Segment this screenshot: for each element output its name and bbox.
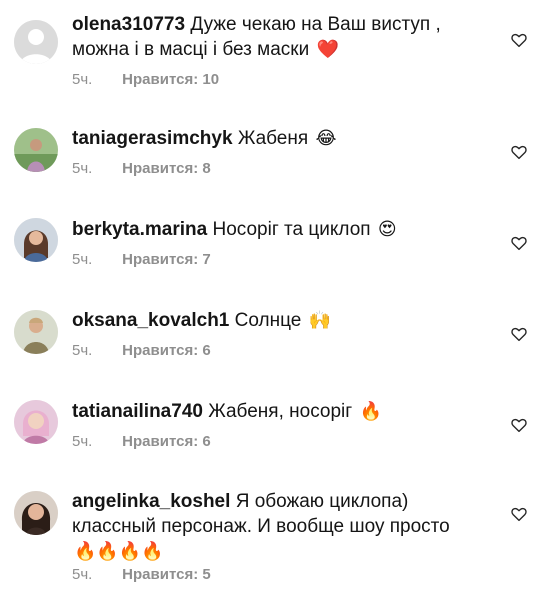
likes-count[interactable]: Нравится: 6 xyxy=(122,433,211,450)
comment-text-block: taniagerasimchyk Жабеня 😂 xyxy=(72,126,492,151)
comment-time: 5ч. xyxy=(72,566,93,583)
likes-count[interactable]: Нравится: 6 xyxy=(122,342,211,359)
user-photo-icon xyxy=(14,310,58,354)
heart-outline-icon[interactable] xyxy=(510,416,528,434)
heart-outline-icon[interactable] xyxy=(510,31,528,49)
comment-meta: 5ч. Нравится: 8 xyxy=(72,160,211,180)
username-link[interactable]: angelinka_koshel xyxy=(72,491,230,512)
username-link[interactable]: olena310773 xyxy=(72,14,185,35)
comment-emoji: 🔥🔥🔥🔥 xyxy=(74,541,164,561)
likes-count[interactable]: Нравится: 8 xyxy=(122,160,211,177)
avatar[interactable] xyxy=(14,491,58,535)
comment-time: 5ч. xyxy=(72,71,93,88)
comment-time: 5ч. xyxy=(72,433,93,450)
heart-outline-icon[interactable] xyxy=(510,505,528,523)
comment-time: 5ч. xyxy=(72,251,93,268)
likes-count[interactable]: Нравится: 7 xyxy=(122,251,211,268)
comment-body: Жабеня xyxy=(237,128,309,149)
heart-outline-icon[interactable] xyxy=(510,143,528,161)
comment-text-block: tatianailina740 Жабеня, носоріг 🔥 xyxy=(72,399,492,424)
comment-time: 5ч. xyxy=(72,160,93,177)
comment-emoji: ❤️ xyxy=(316,39,339,59)
comment-time: 5ч. xyxy=(72,342,93,359)
comment-text-block: angelinka_koshel Я обожаю циклопа) класс… xyxy=(72,489,492,564)
comment-emoji: 🔥 xyxy=(359,401,382,421)
comment-text-block: oksana_kovalch1 Солнце 🙌 xyxy=(72,308,492,333)
comment-body: Жабеня, носоріг xyxy=(208,401,353,422)
likes-count[interactable]: Нравится: 10 xyxy=(122,71,219,88)
user-photo-icon xyxy=(14,400,58,444)
user-photo-icon xyxy=(14,491,58,535)
avatar[interactable] xyxy=(14,20,58,64)
comment-emoji: 🙌 xyxy=(308,310,332,330)
comment-meta: 5ч. Нравится: 6 xyxy=(72,433,211,453)
avatar[interactable] xyxy=(14,400,58,444)
username-link[interactable]: tatianailina740 xyxy=(72,401,203,422)
username-link[interactable]: berkyta.marina xyxy=(72,219,207,240)
avatar[interactable] xyxy=(14,128,58,172)
username-link[interactable]: taniagerasimchyk xyxy=(72,128,233,149)
heart-outline-icon[interactable] xyxy=(510,234,528,252)
avatar[interactable] xyxy=(14,310,58,354)
comment-meta: 5ч. Нравится: 7 xyxy=(72,251,211,271)
user-photo-icon xyxy=(14,128,58,172)
comment-emoji: 😍 xyxy=(377,219,397,239)
comment-text-block: berkyta.marina Носоріг та циклоп 😍 xyxy=(72,217,492,242)
heart-outline-icon[interactable] xyxy=(510,325,528,343)
comment-meta: 5ч. Нравится: 5 xyxy=(72,566,211,586)
comment-meta: 5ч. Нравится: 10 xyxy=(72,71,219,91)
comment-text-block: olena310773 Дуже чекаю на Ваш виступ , м… xyxy=(72,12,492,62)
user-photo-icon xyxy=(14,218,58,262)
username-link[interactable]: oksana_kovalch1 xyxy=(72,310,229,331)
comment-body: Носоріг та циклоп xyxy=(212,219,371,240)
likes-count[interactable]: Нравится: 5 xyxy=(122,566,211,583)
comment-meta: 5ч. Нравится: 6 xyxy=(72,342,211,362)
comment-emoji: 😂 xyxy=(315,128,337,148)
default-avatar-icon xyxy=(14,20,58,64)
comment-body: Солнце xyxy=(234,310,302,331)
avatar[interactable] xyxy=(14,218,58,262)
